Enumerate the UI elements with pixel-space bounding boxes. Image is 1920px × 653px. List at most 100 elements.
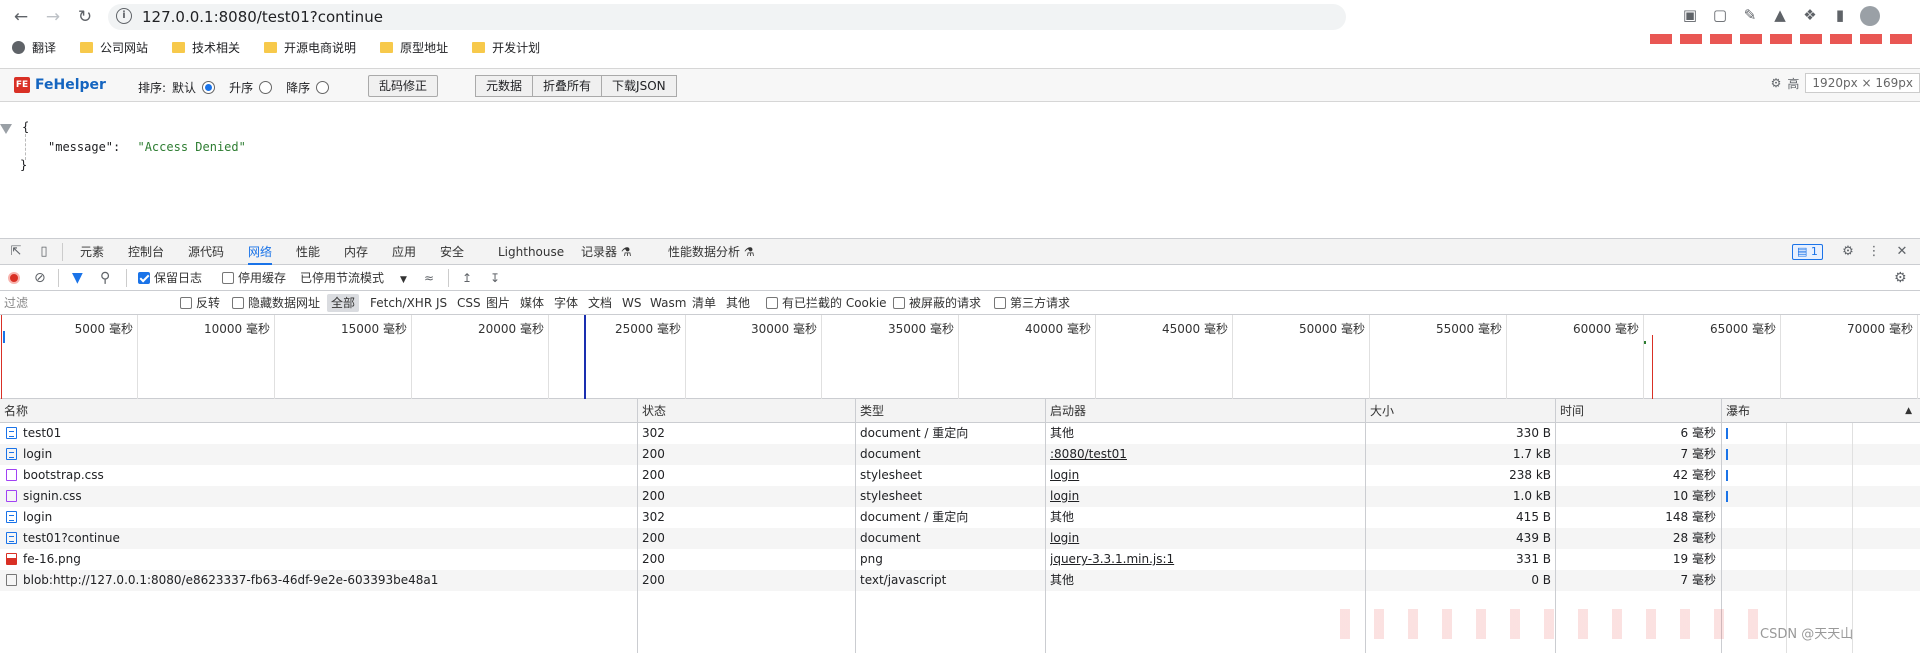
tab-application[interactable]: 应用 (392, 239, 416, 265)
site-info-icon[interactable]: i (116, 8, 132, 24)
request-initiator[interactable]: login (1050, 465, 1360, 486)
request-initiator[interactable]: login (1050, 528, 1360, 549)
extension-icon-3[interactable]: ✎ (1740, 6, 1760, 26)
download-json-button[interactable]: 下载JSON (601, 75, 677, 97)
col-waterfall[interactable]: 瀑布 ▲ (1721, 399, 1920, 423)
filter-input[interactable]: 过滤 (4, 294, 164, 312)
table-row[interactable]: test01 302 document / 重定向 其他 330 B 6 毫秒 (0, 423, 1920, 444)
filter-type-wasm[interactable]: Wasm (650, 294, 686, 312)
inspect-element-icon[interactable]: ⇱ (8, 244, 24, 260)
bookmark-folder-1[interactable]: 公司网站 (80, 39, 148, 56)
url-text[interactable]: 127.0.0.1:8080/test01?continue (142, 8, 383, 26)
preserve-log-checkbox[interactable]: 保留日志 (138, 269, 202, 287)
request-initiator[interactable]: login (1050, 486, 1360, 507)
filter-type-doc[interactable]: 文档 (588, 294, 612, 312)
bookmark-folder-2[interactable]: 技术相关 (172, 39, 240, 56)
filter-type-manifest[interactable]: 清单 (692, 294, 716, 312)
export-har-icon[interactable]: ↧ (490, 269, 500, 287)
col-time[interactable]: 时间 (1555, 399, 1584, 423)
bookmark-folder-4[interactable]: 原型地址 (380, 39, 448, 56)
table-row[interactable]: login 200 document:8080/test01 1.7 kB 7 毫秒 (0, 444, 1920, 465)
tab-performance[interactable]: 性能 (296, 239, 320, 265)
settings-gear-icon[interactable]: ⚙ (1840, 244, 1856, 260)
sidebar-icon[interactable]: ▮ (1830, 6, 1850, 26)
collapse-all-button[interactable]: 折叠所有 (532, 75, 603, 97)
disable-cache-checkbox[interactable]: 停用缓存 (222, 269, 286, 287)
filter-icon[interactable]: ▼ (72, 269, 83, 287)
throttle-select[interactable]: 已停用节流模式 ▼ (300, 269, 407, 289)
sort-desc-radio[interactable] (316, 81, 330, 94)
bookmark-folder-3[interactable]: 开源电商说明 (264, 39, 356, 56)
close-icon[interactable]: ✕ (1894, 244, 1910, 260)
filter-type-ws[interactable]: WS (622, 294, 641, 312)
address-bar[interactable]: i 127.0.0.1:8080/test01?continue (108, 4, 1346, 30)
import-har-icon[interactable]: ↥ (462, 269, 472, 287)
puzzle-icon[interactable]: ❖ (1800, 6, 1820, 26)
col-status[interactable]: 状态 (637, 399, 666, 423)
blocked-cookies-checkbox[interactable]: 有已拦截的 Cookie (766, 294, 887, 312)
third-party-checkbox[interactable]: 第三方请求 (994, 294, 1070, 312)
filter-type-fetch[interactable]: Fetch/XHR (370, 294, 432, 312)
tab-network[interactable]: 网络 (248, 239, 273, 265)
filter-type-font[interactable]: 字体 (554, 294, 578, 312)
extension-icon-4[interactable]: ▲ (1770, 6, 1790, 26)
fix-encoding-button[interactable]: 乱码修正 (368, 75, 439, 97)
tab-sources[interactable]: 源代码 (188, 239, 224, 265)
filter-type-img[interactable]: 图片 (486, 294, 510, 312)
table-row[interactable]: signin.css 200 stylesheet login 1.0 kB 10 毫秒 (0, 486, 1920, 507)
col-size[interactable]: 大小 (1365, 399, 1394, 423)
filter-type-other[interactable]: 其他 (726, 294, 750, 312)
network-conditions-icon[interactable]: ≈ (424, 269, 434, 287)
hide-data-urls-checkbox[interactable]: 隐藏数据网址 (232, 294, 320, 312)
tab-security[interactable]: 安全 (440, 239, 464, 265)
timeline-overview[interactable]: 5000 毫秒 10000 毫秒 15000 毫秒 20000 毫秒 25000 毫秒 3… (0, 315, 1920, 399)
tab-lighthouse[interactable]: Lighthouse (498, 239, 564, 265)
filter-type-css[interactable]: CSS (457, 294, 481, 312)
request-name[interactable]: signin.css (6, 486, 631, 507)
gear-icon[interactable]: ⚙ (1771, 76, 1782, 90)
tab-elements[interactable]: 元素 (80, 239, 104, 265)
table-row[interactable]: login 302 document / 重定向 其他 415 B 148 毫秒 (0, 507, 1920, 528)
col-type[interactable]: 类型 (855, 399, 884, 423)
sort-asc-radio[interactable] (259, 81, 273, 94)
filter-type-js[interactable]: JS (436, 294, 447, 312)
table-row[interactable]: blob:http://127.0.0.1:8080/e8623337-fb63… (0, 570, 1920, 591)
request-name[interactable]: test01 (6, 423, 631, 444)
reload-icon[interactable]: ↻ (74, 6, 96, 28)
bookmark-folder-5[interactable]: 开发计划 (472, 39, 540, 56)
request-name[interactable]: fe-16.png (6, 549, 631, 570)
back-arrow-icon[interactable]: ← (10, 6, 32, 28)
clear-icon[interactable]: ⊘ (34, 269, 46, 287)
request-initiator[interactable]: :8080/test01 (1050, 444, 1360, 465)
col-name[interactable]: 名称 (0, 399, 28, 423)
table-row[interactable]: bootstrap.css 200 stylesheet login 238 kB 42 … (0, 465, 1920, 486)
filter-type-media[interactable]: 媒体 (520, 294, 544, 312)
extension-icon-2[interactable]: ▢ (1710, 6, 1730, 26)
search-icon[interactable]: ⚲ (100, 269, 110, 287)
collapse-triangle-icon[interactable] (0, 124, 12, 134)
invert-checkbox[interactable]: 反转 (180, 294, 220, 312)
request-name[interactable]: login (6, 444, 631, 465)
col-initiator[interactable]: 启动器 (1045, 399, 1086, 423)
record-icon[interactable] (8, 271, 20, 289)
messages-badge[interactable]: ▤ 1 (1792, 244, 1823, 260)
table-row[interactable]: fe-16.png 200 png jquery-3.3.1.min.js:1 331 … (0, 549, 1920, 570)
bookmark-translate[interactable]: 翻译 (12, 39, 56, 56)
blocked-requests-checkbox[interactable]: 被屏蔽的请求 (893, 294, 981, 312)
raw-data-button[interactable]: 元数据 (475, 75, 534, 97)
more-options-icon[interactable]: ⋮ (1866, 244, 1882, 260)
table-row[interactable]: test01?continue 200 document login 439 B 28 毫… (0, 528, 1920, 549)
request-initiator[interactable]: jquery-3.3.1.min.js:1 (1050, 549, 1360, 570)
request-name[interactable]: bootstrap.css (6, 465, 631, 486)
request-name[interactable]: login (6, 507, 631, 528)
tab-console[interactable]: 控制台 (128, 239, 164, 265)
device-toolbar-icon[interactable]: ▯ (36, 244, 52, 260)
request-name[interactable]: test01?continue (6, 528, 631, 549)
tab-memory[interactable]: 内存 (344, 239, 368, 265)
network-settings-gear-icon[interactable]: ⚙ (1894, 269, 1907, 287)
tab-recorder[interactable]: 记录器 ⚗ (581, 239, 632, 265)
tab-performance-insights[interactable]: 性能数据分析 ⚗ (668, 239, 755, 265)
forward-arrow-icon[interactable]: → (42, 6, 64, 28)
avatar[interactable] (1860, 6, 1880, 26)
request-name[interactable]: blob:http://127.0.0.1:8080/e8623337-fb63… (6, 570, 631, 591)
